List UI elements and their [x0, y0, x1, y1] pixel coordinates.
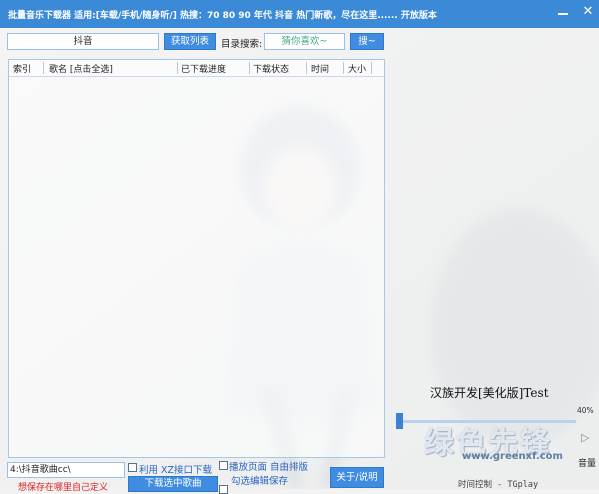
watermark-url: www.greenxf.com	[462, 451, 563, 462]
free-layout-label[interactable]: 播放页面 自由排版	[229, 459, 308, 473]
save-path-hint: 想保存在哪里自己定义	[18, 483, 109, 493]
column-divider	[43, 62, 44, 74]
keyword-input[interactable]: 抖音	[7, 33, 159, 50]
dir-search-button[interactable]: 搜~	[350, 33, 384, 50]
column-divider	[249, 62, 250, 74]
column-size[interactable]: 大小	[348, 62, 366, 75]
table-header: 索引 歌名 [点击全选] 已下载进度 下载状态 时间 大小	[9, 60, 384, 77]
volume-slider-thumb[interactable]	[396, 413, 403, 429]
minimize-glyph	[558, 13, 568, 15]
column-divider	[177, 62, 178, 74]
column-divider	[371, 62, 372, 74]
edit-save-label[interactable]: 勾选编辑保存	[231, 473, 288, 487]
column-divider	[306, 62, 307, 74]
time-control-label: 时间控制 - TGplay	[458, 480, 539, 490]
free-layout-checkbox[interactable]	[219, 461, 228, 470]
arrow-right-icon[interactable]: ▷	[581, 431, 589, 444]
xz-interface-label[interactable]: 利用 XZ接口下载	[139, 462, 212, 476]
column-divider	[343, 62, 344, 74]
song-table[interactable]: 索引 歌名 [点击全选] 已下载进度 下载状态 时间 大小	[8, 59, 385, 458]
column-time[interactable]: 时间	[311, 62, 329, 75]
xz-interface-checkbox[interactable]	[128, 463, 137, 472]
brand-label: 汉族开发[美化版]Test	[430, 386, 549, 400]
column-progress[interactable]: 已下载进度	[181, 62, 226, 75]
fetch-list-button[interactable]: 获取列表	[164, 33, 216, 50]
column-status[interactable]: 下载状态	[253, 62, 289, 75]
window-title: 批量音乐下载器 适用:[车载/手机/随身听/] 热搜：70 80 90 年代 抖…	[8, 11, 437, 21]
volume-label: 音量	[578, 459, 597, 469]
volume-percent: 40%	[577, 406, 594, 415]
close-glyph: ✕	[582, 4, 594, 19]
column-index[interactable]: 索引	[13, 62, 31, 75]
dir-search-label: 目录搜索:	[221, 39, 263, 50]
dir-search-input[interactable]: 猜你喜欢~	[264, 33, 345, 50]
save-path-input[interactable]: 4:\抖音歌曲cc\	[7, 462, 125, 478]
close-icon[interactable]: ✕	[581, 4, 595, 21]
extra-option-checkbox[interactable]	[219, 485, 228, 494]
column-song-name-select-all[interactable]: 歌名 [点击全选]	[49, 62, 113, 75]
about-button[interactable]: 关于/说明	[330, 467, 384, 488]
minimize-icon[interactable]	[556, 7, 570, 21]
download-selected-button[interactable]: 下载选中歌曲	[128, 476, 218, 492]
